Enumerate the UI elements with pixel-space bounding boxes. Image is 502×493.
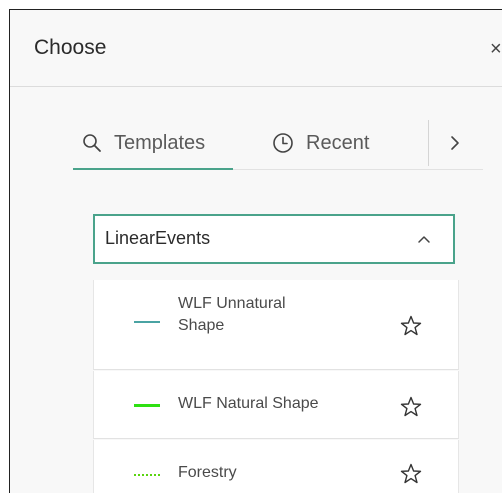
tab-scroll-next-button[interactable] [447, 130, 463, 156]
group-label: LinearEvents [105, 228, 211, 248]
tab-templates-label: Templates [114, 131, 206, 154]
star-icon[interactable] [399, 314, 423, 338]
chevron-right-icon [451, 136, 459, 150]
template-item[interactable]: WLF Unnatural Shape [93, 280, 459, 370]
template-item[interactable]: WLF Natural Shape [93, 371, 459, 439]
template-item-label: Forestry [178, 464, 237, 481]
star-icon[interactable] [399, 462, 423, 486]
tab-templates[interactable]: Templates [82, 130, 205, 156]
page: Choose × Templates Recent LinearEvents W… [0, 0, 502, 493]
line-symbol-swatch [134, 404, 160, 407]
tab-recent-label: Recent [306, 131, 370, 154]
template-item-label: WLF Unnatural Shape [178, 295, 286, 334]
clock-icon [272, 132, 294, 154]
search-icon [82, 133, 102, 153]
line-symbol-swatch [134, 474, 160, 476]
template-item-label: WLF Natural Shape [178, 395, 319, 412]
tab-separator [428, 120, 429, 166]
line-symbol-swatch [134, 321, 160, 323]
choose-panel: Choose × Templates Recent LinearEvents W… [9, 9, 502, 493]
group-header-linearevents[interactable]: LinearEvents [93, 214, 455, 264]
panel-title: Choose [34, 36, 107, 59]
template-item[interactable]: Forestry [93, 440, 459, 493]
star-icon[interactable] [399, 395, 423, 419]
panel-header: Choose × [10, 10, 502, 87]
tab-recent[interactable]: Recent [272, 130, 369, 156]
active-tab-indicator [73, 168, 233, 170]
close-button[interactable]: × [490, 38, 502, 61]
chevron-up-icon [418, 236, 430, 243]
